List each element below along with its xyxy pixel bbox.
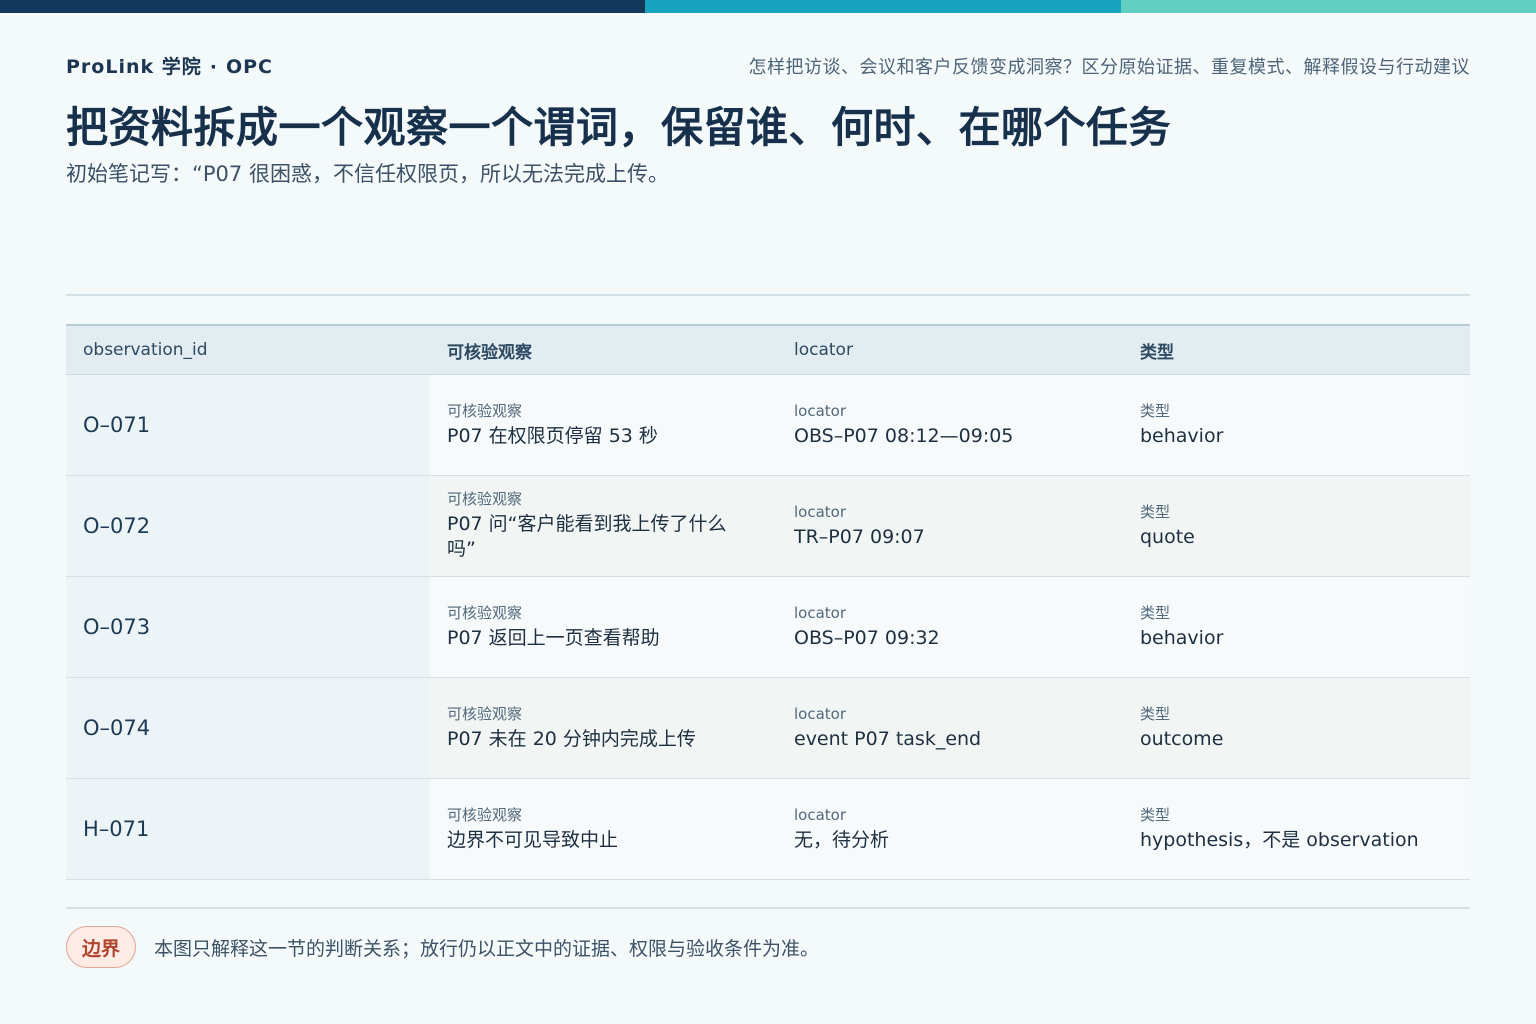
type-value: hypothesis，不是 observation: [1140, 828, 1419, 851]
observation-label: 可核验观察: [447, 490, 523, 508]
observation-cell: 可核验观察 边界不可见导致中止: [430, 779, 777, 879]
brand-separator: ·: [209, 56, 218, 78]
type-value: quote: [1140, 525, 1195, 548]
page-subtitle: 初始笔记写：“P07 很困惑，不信任权限页，所以无法完成上传。: [66, 162, 669, 186]
page-title: 把资料拆成一个观察一个谓词，保留谁、何时、在哪个任务: [66, 103, 1172, 152]
column-header-observation-id: observation_id: [83, 340, 208, 360]
top-accent-bar: [0, 0, 1536, 13]
column-header-observation: 可核验观察: [447, 342, 532, 363]
table-row: O–074 可核验观察 P07 未在 20 分钟内完成上传 locator ev…: [66, 678, 1470, 779]
bottom-divider: [66, 907, 1470, 909]
brand-name: ProLink 学院: [66, 56, 202, 78]
footer-note: 边界 本图只解释这一节的判断关系；放行仍以正文中的证据、权限与验收条件为准。: [66, 926, 819, 968]
type-cell: 类型 quote: [1123, 476, 1470, 576]
observation-table: observation_id 可核验观察 locator 类型 O–071 可核…: [66, 324, 1470, 880]
type-cell: 类型 behavior: [1123, 577, 1470, 677]
locator-cell: locator 无，待分析: [777, 779, 1123, 879]
boundary-badge: 边界: [66, 926, 136, 968]
type-cell: 类型 outcome: [1123, 678, 1470, 778]
observation-id-cell: O–071: [66, 375, 430, 475]
locator-value: OBS–P07 08:12—09:05: [794, 424, 1014, 447]
table-body: O–071 可核验观察 P07 在权限页停留 53 秒 locator OBS–…: [66, 375, 1470, 880]
observation-label: 可核验观察: [447, 603, 523, 622]
top-divider: [66, 294, 1470, 296]
table-row: O–071 可核验观察 P07 在权限页停留 53 秒 locator OBS–…: [66, 375, 1470, 476]
locator-cell: locator event P07 task_end: [777, 678, 1123, 778]
locator-value: TR–P07 09:07: [794, 525, 925, 548]
observation-id-cell: O–073: [66, 577, 430, 677]
type-label: 类型: [1140, 502, 1171, 521]
locator-value: event P07 task_end: [794, 727, 982, 750]
type-label: 类型: [1140, 603, 1171, 622]
locator-label: locator: [794, 603, 847, 622]
type-label: 类型: [1140, 704, 1171, 723]
observation-id-cell: H–071: [66, 779, 430, 879]
observation-cell: 可核验观察 P07 返回上一页查看帮助: [430, 577, 777, 677]
locator-cell: locator OBS–P07 09:32: [777, 577, 1123, 677]
type-value: behavior: [1140, 424, 1224, 447]
observation-label: 可核验观察: [447, 401, 523, 420]
type-label: 类型: [1140, 805, 1171, 824]
locator-cell: locator TR–P07 09:07: [777, 476, 1123, 576]
accent-segment-mid: [645, 0, 1121, 13]
brand: ProLink 学院 · OPC: [66, 52, 273, 79]
observation-cell: 可核验观察 P07 问“客户能看到我上传了什么吗”: [430, 476, 777, 576]
locator-value: OBS–P07 09:32: [794, 626, 940, 649]
locator-cell: locator OBS–P07 08:12—09:05: [777, 375, 1123, 475]
locator-label: locator: [794, 401, 847, 420]
observation-cell: 可核验观察 P07 在权限页停留 53 秒: [430, 375, 777, 475]
observation-value: P07 未在 20 分钟内完成上传: [447, 727, 696, 750]
locator-label: locator: [794, 502, 847, 521]
type-cell: 类型 hypothesis，不是 observation: [1123, 779, 1470, 879]
table-row: O–072 可核验观察 P07 问“客户能看到我上传了什么吗” locator …: [66, 476, 1470, 577]
observation-label: 可核验观察: [447, 805, 523, 824]
section-question: 怎样把访谈、会议和客户反馈变成洞察？区分原始证据、重复模式、解释假设与行动建议: [748, 57, 1470, 78]
observation-value: P07 在权限页停留 53 秒: [447, 424, 658, 447]
type-value: outcome: [1140, 727, 1224, 750]
column-header-locator: locator: [794, 340, 853, 360]
column-header-type: 类型: [1140, 342, 1174, 363]
observation-id-cell: O–072: [66, 476, 430, 576]
table-row: H–071 可核验观察 边界不可见导致中止 locator 无，待分析 类型 h…: [66, 779, 1470, 880]
type-value: behavior: [1140, 626, 1224, 649]
locator-label: locator: [794, 704, 847, 723]
accent-segment-dark: [0, 0, 645, 13]
table-header-row: observation_id 可核验观察 locator 类型: [66, 324, 1470, 375]
footer-text: 本图只解释这一节的判断关系；放行仍以正文中的证据、权限与验收条件为准。: [154, 937, 820, 960]
accent-segment-light: [1121, 0, 1536, 13]
table-row: O–073 可核验观察 P07 返回上一页查看帮助 locator OBS–P0…: [66, 577, 1470, 678]
observation-value: 边界不可见导致中止: [447, 828, 619, 851]
observation-cell: 可核验观察 P07 未在 20 分钟内完成上传: [430, 678, 777, 778]
locator-value: 无，待分析: [794, 828, 890, 851]
type-label: 类型: [1140, 401, 1171, 420]
observation-value: P07 问“客户能看到我上传了什么吗”: [447, 513, 727, 560]
locator-label: locator: [794, 805, 847, 824]
observation-value: P07 返回上一页查看帮助: [447, 626, 660, 649]
observation-label: 可核验观察: [447, 704, 523, 723]
brand-suffix: OPC: [225, 56, 273, 78]
type-cell: 类型 behavior: [1123, 375, 1470, 475]
observation-id-cell: O–074: [66, 678, 430, 778]
